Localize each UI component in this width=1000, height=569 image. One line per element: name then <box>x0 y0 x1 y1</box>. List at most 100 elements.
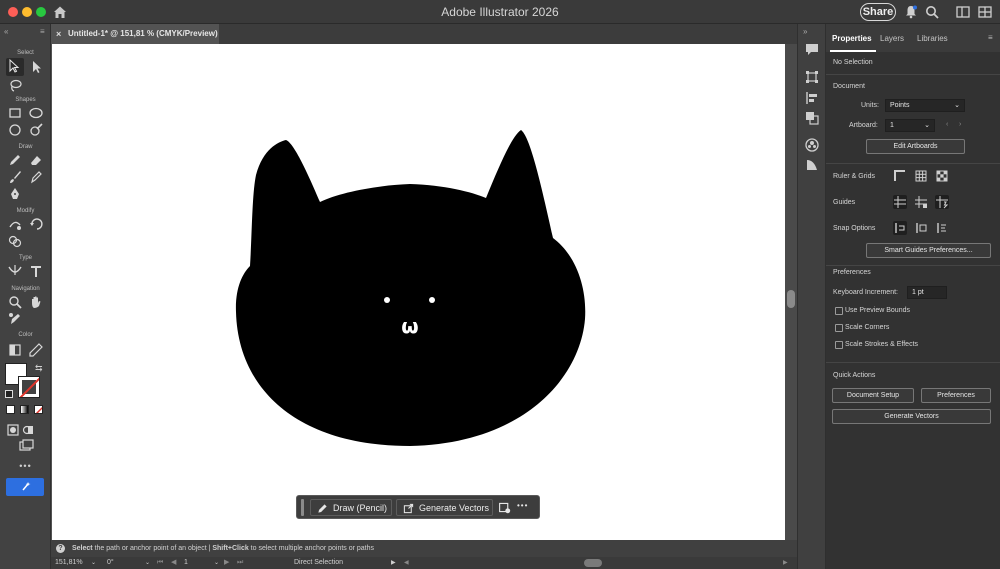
selection-tool[interactable] <box>6 58 24 76</box>
first-artboard-icon[interactable]: ⏮ <box>157 557 163 569</box>
align-icon[interactable] <box>804 90 820 106</box>
share-button[interactable]: Share <box>860 3 896 21</box>
units-dropdown[interactable]: Points ⌄ <box>885 99 965 112</box>
blob-brush-tool[interactable] <box>28 169 44 185</box>
color-guide-icon[interactable] <box>804 137 820 153</box>
more-options-icon[interactable]: ••• <box>517 501 528 510</box>
workspace-layout-icon[interactable] <box>955 4 971 20</box>
tab-properties[interactable]: Properties <box>832 34 872 43</box>
prev-artboard-icon[interactable]: ◀ <box>171 557 176 569</box>
draw-normal-icon[interactable] <box>5 422 21 438</box>
draw-pencil-button[interactable]: Draw (Pencil) <box>310 499 392 516</box>
zoom-level[interactable]: 151,81% <box>55 557 83 569</box>
generate-settings-icon[interactable] <box>498 501 511 514</box>
snap-to-glyph-icon[interactable] <box>935 221 949 235</box>
panel-layout-icon[interactable] <box>977 4 993 20</box>
type-tool[interactable] <box>28 263 44 279</box>
collapse-arrows-icon[interactable]: « <box>4 27 8 36</box>
show-guides-icon[interactable] <box>893 195 907 209</box>
circle-tool[interactable] <box>7 122 23 138</box>
shape-builder-tool[interactable] <box>7 233 23 249</box>
scale-strokes-effects-checkbox[interactable] <box>835 341 843 349</box>
draw-behind-icon[interactable] <box>20 422 36 438</box>
drag-handle[interactable] <box>301 499 304 516</box>
generative-ai-button[interactable] <box>6 478 44 496</box>
edit-artboards-button[interactable]: Edit Artboards <box>866 139 965 154</box>
smart-guides-preferences-button[interactable]: Smart Guides Preferences... <box>866 243 991 258</box>
rotation-value[interactable]: 0° <box>107 557 114 569</box>
document-tab[interactable]: × Untitled-1* @ 151,81 % (CMYK/Preview) <box>51 24 219 44</box>
lock-guides-icon[interactable] <box>914 195 928 209</box>
panel-menu-icon[interactable]: ≡ <box>40 27 45 36</box>
scale-corners-checkbox[interactable] <box>835 324 843 332</box>
generate-vectors-button[interactable]: Generate Vectors <box>396 499 493 516</box>
artboard-next-icon[interactable]: › <box>959 121 961 128</box>
transform-icon[interactable] <box>804 69 820 85</box>
minimize-window-button[interactable] <box>22 7 32 17</box>
none-mode-icon[interactable] <box>34 405 43 414</box>
artboard-dropdown[interactable]: 1 ⌄ <box>885 119 935 132</box>
zoom-tool[interactable] <box>7 294 23 310</box>
rotate-tool[interactable] <box>28 216 44 232</box>
hand-tool[interactable] <box>28 294 44 310</box>
shaper-tool[interactable] <box>28 122 44 138</box>
horizontal-scrollbar-thumb[interactable] <box>584 559 602 567</box>
smart-guides-icon[interactable] <box>935 195 949 209</box>
swatches-icon[interactable] <box>804 157 820 173</box>
grid-icon[interactable] <box>914 169 928 183</box>
direct-selection-tool[interactable] <box>29 59 45 75</box>
rotation-dropdown-icon[interactable]: ⌄ <box>145 557 150 569</box>
search-icon[interactable] <box>924 4 940 20</box>
last-artboard-icon[interactable]: ⏭ <box>237 557 243 569</box>
transparency-grid-icon[interactable] <box>935 169 949 183</box>
color-mode-icon[interactable] <box>6 405 15 414</box>
artboard-prev-icon[interactable]: ‹ <box>946 121 948 128</box>
screen-mode-icon[interactable] <box>18 438 34 454</box>
rulers-icon[interactable] <box>893 169 907 183</box>
paintbrush-tool[interactable] <box>7 169 23 185</box>
stroke-swatch[interactable] <box>18 376 40 398</box>
home-icon[interactable] <box>52 4 68 20</box>
pathfinder-icon[interactable] <box>804 110 820 126</box>
artboard-canvas[interactable]: ω <box>52 44 785 540</box>
gradient-mode-icon[interactable] <box>20 405 29 414</box>
scroll-left-icon[interactable]: ◀ <box>404 557 409 569</box>
preferences-button[interactable]: Preferences <box>921 388 991 403</box>
close-tab-icon[interactable]: × <box>56 24 61 44</box>
default-colors-icon[interactable] <box>5 390 13 398</box>
comments-icon[interactable] <box>804 41 820 57</box>
close-window-button[interactable] <box>8 7 18 17</box>
tab-layers[interactable]: Layers <box>880 34 904 43</box>
zoom-dropdown-icon[interactable]: ⌄ <box>91 557 96 569</box>
eraser-tool[interactable] <box>28 152 44 168</box>
artboard-tool[interactable] <box>7 311 23 327</box>
document-setup-button[interactable]: Document Setup <box>832 388 914 403</box>
current-tool-status[interactable]: Direct Selection <box>294 557 343 569</box>
snap-to-pixel-icon[interactable] <box>914 221 928 235</box>
use-preview-bounds-checkbox[interactable] <box>835 307 843 315</box>
pen-tool[interactable] <box>7 186 23 202</box>
scroll-right-icon[interactable]: ▶ <box>783 557 788 569</box>
black-cat-artwork[interactable] <box>52 44 785 540</box>
width-tool[interactable] <box>7 263 23 279</box>
panel-menu-icon[interactable]: ≡ <box>988 33 993 42</box>
lasso-tool[interactable] <box>7 78 23 94</box>
next-artboard-icon[interactable]: ▶ <box>224 557 229 569</box>
scrollbar-thumb[interactable] <box>787 290 795 308</box>
vertical-scrollbar[interactable] <box>785 44 797 540</box>
pencil-tool[interactable] <box>7 152 23 168</box>
artboard-dropdown-icon[interactable]: ⌄ <box>214 557 219 569</box>
edit-toolbar-icon[interactable]: ••• <box>0 461 51 471</box>
tab-libraries[interactable]: Libraries <box>917 34 948 43</box>
rectangle-tool[interactable] <box>7 105 23 121</box>
bell-icon[interactable] <box>903 4 919 20</box>
ellipse-tool[interactable] <box>28 105 44 121</box>
puppet-warp-tool[interactable] <box>7 216 23 232</box>
eyedropper-tool[interactable] <box>28 342 44 358</box>
gradient-tool[interactable] <box>7 342 23 358</box>
generate-vectors-panel-button[interactable]: Generate Vectors <box>832 409 991 424</box>
keyboard-increment-field[interactable]: 1 pt <box>907 286 947 299</box>
status-menu-arrow-icon[interactable]: ▶ <box>391 557 396 569</box>
zoom-window-button[interactable] <box>36 7 46 17</box>
swap-colors-icon[interactable]: ⇆ <box>35 363 43 374</box>
